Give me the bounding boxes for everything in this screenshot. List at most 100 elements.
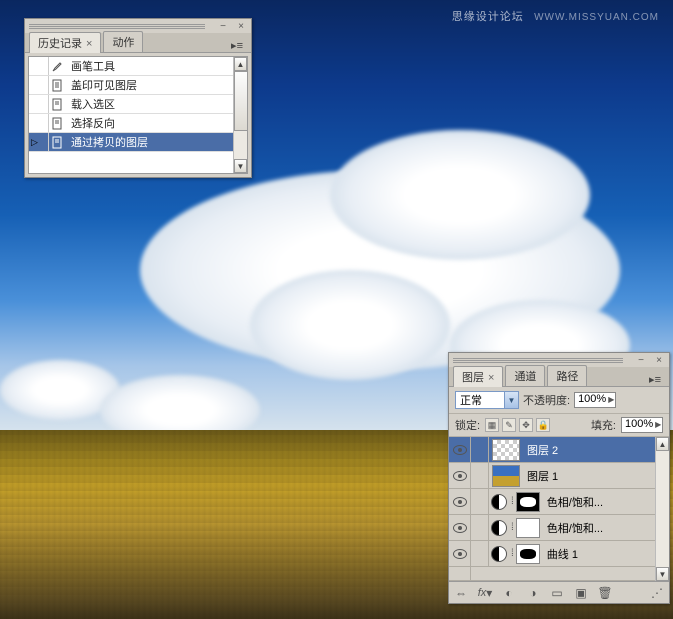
mask-link-icon[interactable]: ⁞ (511, 548, 514, 559)
scroll-up-button[interactable]: ▲ (656, 437, 669, 451)
minimize-icon[interactable]: − (217, 20, 229, 32)
history-scrollbar[interactable]: ▲ ▼ (233, 57, 247, 173)
visibility-toggle (449, 567, 471, 580)
history-list: 画笔工具 盖印可见图层 载入选区 选择反向 ▷ 通过拷贝的图层 ▲ ▼ (28, 56, 248, 174)
link-col[interactable] (471, 515, 489, 540)
link-col[interactable] (471, 437, 489, 462)
watermark: 思缘设计论坛 WWW.MISSYUAN.COM (452, 8, 659, 24)
layer-name[interactable]: 曲线 1 (543, 546, 578, 562)
lock-transparent-icon[interactable]: ▦ (485, 418, 499, 432)
link-col[interactable] (471, 489, 489, 514)
tab-paths[interactable]: 路径 (547, 365, 587, 386)
layer-name[interactable]: 色相/饱和... (543, 494, 603, 510)
eye-icon (453, 445, 467, 455)
link-layers-icon[interactable]: ⇔ (453, 585, 469, 601)
adjustment-layer-icon[interactable]: ◑ (525, 585, 541, 601)
document-icon (49, 135, 65, 149)
panel-menu-icon[interactable]: ▸≡ (227, 39, 247, 52)
layers-lock-row: 锁定: ▦ ✎ ✥ 🔒 填充: 100%▶ (449, 414, 669, 437)
new-group-icon[interactable]: ▭ (549, 585, 565, 601)
fill-input[interactable]: 100%▶ (621, 417, 663, 433)
lock-pixels-icon[interactable]: ✎ (502, 418, 516, 432)
history-gutter (29, 57, 49, 75)
history-label: 画笔工具 (65, 58, 115, 74)
layer-row[interactable]: ⁞ 曲线 1 (449, 541, 669, 567)
scroll-down-button[interactable]: ▼ (234, 159, 247, 173)
history-label: 通过拷贝的图层 (65, 134, 148, 150)
gripper[interactable] (453, 357, 623, 363)
visibility-toggle[interactable] (449, 463, 471, 488)
tab-actions-label: 动作 (112, 37, 134, 49)
close-icon[interactable]: × (235, 20, 247, 32)
document-icon (49, 116, 65, 130)
history-label: 载入选区 (65, 96, 115, 112)
eye-icon (453, 497, 467, 507)
layer-thumbnail[interactable] (492, 439, 520, 461)
tab-close-icon[interactable]: × (488, 372, 494, 384)
mask-link-icon[interactable]: ⁞ (511, 522, 514, 533)
layer-mask-thumbnail[interactable] (516, 518, 540, 538)
adjustment-icon (491, 494, 507, 510)
chevron-down-icon: ▼ (504, 392, 518, 408)
history-item-brush[interactable]: 画笔工具 (29, 57, 247, 76)
blend-mode-select[interactable]: 正常 ▼ (455, 391, 519, 409)
layer-name[interactable]: 色相/饱和... (543, 520, 603, 536)
chevron-right-icon[interactable]: ▶ (655, 420, 661, 429)
history-item-load-selection[interactable]: 载入选区 (29, 95, 247, 114)
layers-blend-row: 正常 ▼ 不透明度: 100%▶ (449, 387, 669, 414)
history-item-layer-via-copy[interactable]: ▷ 通过拷贝的图层 (29, 133, 247, 152)
new-layer-icon[interactable]: ▣ (573, 585, 589, 601)
eye-icon (453, 549, 467, 559)
visibility-toggle[interactable] (449, 437, 471, 462)
layer-row[interactable]: 图层 2 (449, 437, 669, 463)
visibility-toggle[interactable] (449, 489, 471, 514)
layer-name[interactable]: 图层 2 (523, 442, 558, 458)
tab-channels[interactable]: 通道 (505, 365, 545, 386)
mask-link-icon[interactable]: ⁞ (511, 496, 514, 507)
layer-name[interactable]: 图层 1 (523, 468, 558, 484)
gripper[interactable] (29, 23, 205, 29)
chevron-right-icon[interactable]: ▶ (608, 395, 614, 404)
scroll-down-button[interactable]: ▼ (656, 567, 669, 581)
layer-row-empty (449, 567, 669, 581)
layer-style-icon[interactable]: fx▾ (477, 585, 493, 601)
tab-close-icon[interactable]: × (86, 38, 92, 50)
layer-thumbnail[interactable] (492, 465, 520, 487)
tab-history[interactable]: 历史记录 × (29, 32, 101, 53)
tab-history-label: 历史记录 (38, 38, 82, 50)
lock-position-icon[interactable]: ✥ (519, 418, 533, 432)
layer-mask-thumbnail[interactable] (516, 544, 540, 564)
fill-value: 100% (625, 418, 653, 430)
history-label: 选择反向 (65, 115, 115, 131)
opacity-value: 100% (578, 393, 606, 405)
lock-all-icon[interactable]: 🔒 (536, 418, 550, 432)
delete-layer-icon[interactable]: 🗑 (597, 585, 613, 601)
resize-grip-icon[interactable]: ⋰ (649, 585, 665, 601)
layers-scrollbar[interactable]: ▲ ▼ (655, 437, 669, 581)
history-pointer-icon: ▷ (31, 137, 38, 148)
layer-row[interactable]: 图层 1 (449, 463, 669, 489)
visibility-toggle[interactable] (449, 541, 471, 566)
tab-actions[interactable]: 动作 (103, 31, 143, 52)
opacity-input[interactable]: 100%▶ (574, 392, 616, 408)
scroll-thumb[interactable] (234, 71, 248, 131)
history-item-stamp[interactable]: 盖印可见图层 (29, 76, 247, 95)
eye-icon (453, 471, 467, 481)
tab-layers[interactable]: 图层× (453, 366, 503, 387)
close-icon[interactable]: × (653, 354, 665, 366)
minimize-icon[interactable]: − (635, 354, 647, 366)
layer-mask-thumbnail[interactable] (516, 492, 540, 512)
history-item-inverse[interactable]: 选择反向 (29, 114, 247, 133)
layer-row[interactable]: ⁞ 色相/饱和... (449, 489, 669, 515)
layer-mask-icon[interactable]: ◐ (501, 585, 517, 601)
panel-menu-icon[interactable]: ▸≡ (645, 373, 665, 386)
history-tabs: 历史记录 × 动作 ▸≡ (25, 33, 251, 53)
layer-row[interactable]: ⁞ 色相/饱和... (449, 515, 669, 541)
tab-channels-label: 通道 (514, 371, 536, 383)
eye-icon (453, 523, 467, 533)
link-col[interactable] (471, 463, 489, 488)
link-col[interactable] (471, 541, 489, 566)
lock-label: 锁定: (455, 417, 480, 433)
scroll-up-button[interactable]: ▲ (234, 57, 247, 71)
visibility-toggle[interactable] (449, 515, 471, 540)
